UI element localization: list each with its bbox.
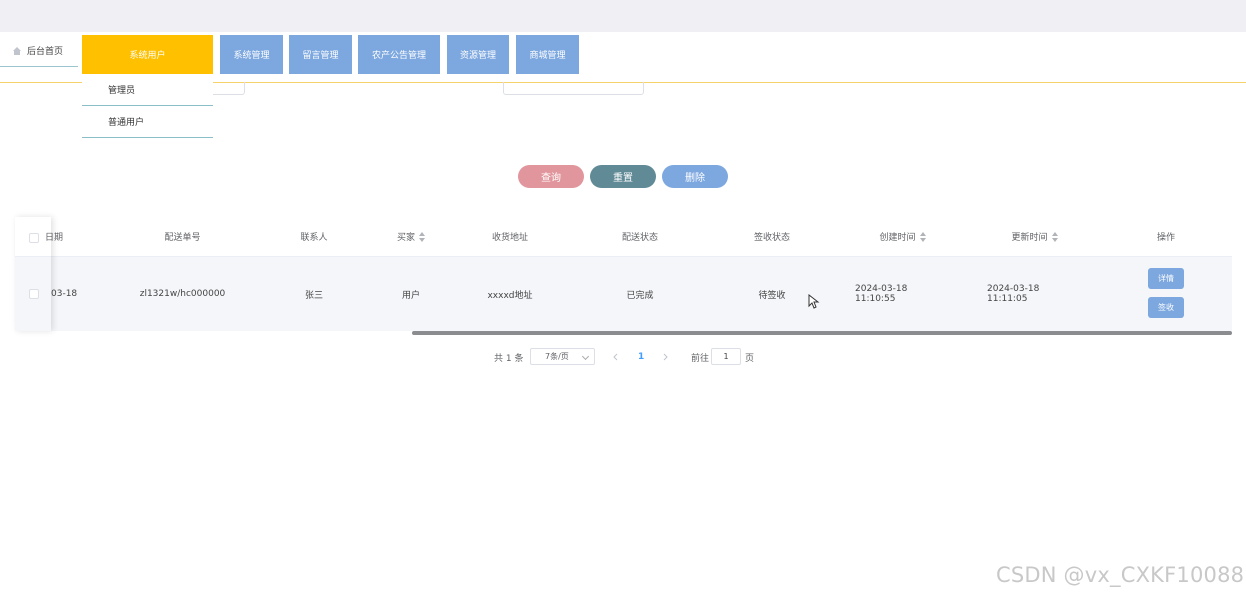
cell-buyer: 用户: [401, 290, 420, 301]
home-label: 后台首页: [27, 47, 64, 57]
cell-updated: 2024-03-18 11:11:05: [987, 284, 1040, 304]
nav-item-system-users[interactable]: 系统用户: [82, 35, 213, 74]
horizontal-scrollbar[interactable]: [412, 331, 1232, 335]
page-number-current[interactable]: 1: [638, 347, 644, 367]
page-suffix: 页: [745, 353, 755, 364]
col-created[interactable]: 创建时间: [855, 217, 950, 256]
home-icon: [13, 46, 21, 55]
col-order-no: 配送单号: [164, 233, 201, 243]
col-contact: 联系人: [300, 233, 328, 243]
pagination-total: 共 1 条: [494, 353, 524, 364]
col-sign-status: 签收状态: [753, 233, 790, 243]
top-bar: [0, 0, 1246, 32]
chevron-down-icon: [581, 352, 590, 361]
reset-button[interactable]: 重置: [590, 165, 656, 188]
delete-button[interactable]: 删除: [662, 165, 728, 188]
nav-item-resource-management[interactable]: 资源管理: [447, 35, 509, 74]
nav-item-mall-management[interactable]: 商城管理: [516, 35, 579, 74]
page-size-select[interactable]: 7条/页: [530, 348, 595, 365]
cell-created: 2024-03-18 11:10:55: [855, 284, 908, 304]
col-address: 收货地址: [491, 233, 528, 243]
sort-icon[interactable]: [419, 231, 425, 242]
goto-page-input[interactable]: 1: [711, 348, 741, 365]
nav-item-message-management[interactable]: 留言管理: [289, 35, 352, 74]
cell-delivery-status: 已完成: [626, 290, 654, 301]
col-delivery-status: 配送状态: [621, 233, 658, 243]
detail-button[interactable]: 详情: [1148, 268, 1184, 289]
cell-address: xxxxd地址: [487, 290, 533, 301]
col-actions: 操作: [1156, 233, 1175, 243]
nav-item-announcement-management[interactable]: 农产公告管理: [358, 35, 440, 74]
home-link[interactable]: 后台首页: [0, 35, 78, 67]
data-table: 日期 配送单号 联系人 买家 收货地址 配送状态 签收状态 创建时间 更新时间 …: [15, 217, 1232, 335]
col-buyer[interactable]: 买家: [375, 217, 447, 256]
cell-date: 03-18: [51, 289, 78, 299]
cell-contact: 张三: [304, 290, 323, 301]
query-button[interactable]: 查询: [518, 165, 584, 188]
col-updated[interactable]: 更新时间: [987, 217, 1082, 256]
search-input-2[interactable]: [503, 82, 644, 95]
cell-sign-status: 待签收: [758, 290, 786, 301]
dropdown-menu: 管理员 普通用户: [82, 74, 213, 138]
goto-label: 前往: [691, 353, 710, 364]
sign-button[interactable]: 签收: [1148, 297, 1184, 318]
fixed-column-shadow: [15, 217, 51, 331]
table-header: 日期 配送单号 联系人 买家 收货地址 配送状态 签收状态 创建时间 更新时间 …: [15, 217, 1232, 257]
col-updated-label: 更新时间: [1011, 233, 1048, 243]
dropdown-item-normal-user[interactable]: 普通用户: [82, 106, 213, 138]
nav-item-system-management[interactable]: 系统管理: [220, 35, 283, 74]
cell-order-no: zl1321w/hc000000: [139, 289, 226, 299]
col-created-label: 创建时间: [879, 233, 916, 243]
sort-icon[interactable]: [919, 231, 926, 242]
chevron-right-icon: [663, 353, 668, 361]
sort-icon[interactable]: [1051, 231, 1058, 242]
dropdown-item-admin[interactable]: 管理员: [82, 74, 213, 106]
table-row: 03-18 zl1321w/hc000000 张三 用户 xxxxd地址 已完成…: [15, 257, 1232, 331]
next-page-button[interactable]: [663, 347, 669, 367]
col-buyer-label: 买家: [396, 233, 415, 243]
mouse-cursor-icon: [808, 294, 820, 309]
watermark: CSDN @vx_CXKF10088: [996, 563, 1245, 587]
chevron-left-icon: [613, 353, 618, 361]
page-size-value: 7条/页: [545, 352, 569, 361]
prev-page-button[interactable]: [612, 347, 618, 367]
